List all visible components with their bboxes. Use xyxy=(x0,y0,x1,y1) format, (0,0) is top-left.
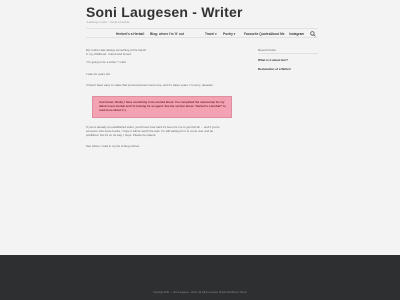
main-nav: Herbert's a Herbal! Blog: where I'm 'it'… xyxy=(86,28,318,38)
site-footer: Copyright 2021 — Soni Laugesen - Writer.… xyxy=(0,255,400,300)
post-paragraph: I was six years old. xyxy=(86,72,111,76)
sidebar-divider xyxy=(258,53,318,54)
announcement-line: read more about it :) xyxy=(99,108,126,112)
nav-item-quotes[interactable]: Favourite Quotes xyxy=(244,32,270,36)
post-paragraph: See where I read in my list of blog entr… xyxy=(86,144,140,148)
post-content: My mother was always something at the be… xyxy=(86,48,246,158)
footer-copyright: Copyright 2021 — Soni Laugesen - Writer.… xyxy=(153,291,247,294)
nav-item-blog[interactable]: Blog: where I'm 'it' out xyxy=(150,32,184,36)
nav-item-herbert[interactable]: Herbert's a Herbal! xyxy=(116,32,144,36)
sidebar-post-link[interactable]: What is it about Her? xyxy=(258,58,288,62)
nav-item-about[interactable]: About Me xyxy=(270,32,285,36)
site-header: Soni Laugesen - Writer "Lacking in size"… xyxy=(0,0,400,28)
sidebar-post-link[interactable]: Declaration of a Writer! xyxy=(258,67,291,71)
nav-item-instagram[interactable]: Instagram xyxy=(289,32,304,36)
nav-item-poetry[interactable]: Poetry ▾ xyxy=(223,32,235,36)
site-tagline: "Lacking in size" - Fond of words xyxy=(86,20,130,24)
post-paragraph: published, but it's on its way, I hope. … xyxy=(86,133,157,137)
sidebar-title: Recent Posts xyxy=(258,48,276,52)
announcement-text: read more about it :) xyxy=(99,108,127,112)
announcement-box: And at last, finally, I have something t… xyxy=(92,96,232,118)
post-paragraph: "I'm going to be a writer," I said. xyxy=(86,60,127,64)
search-icon[interactable] xyxy=(310,31,316,37)
site-title[interactable]: Soni Laugesen - Writer xyxy=(86,4,243,20)
nav-item-travel[interactable]: Travel ▾ xyxy=(205,32,217,36)
post-paragraph: in my childhood. I stood and fumed. xyxy=(86,52,132,56)
post-paragraph: It hasn't been easy to make that pronoun… xyxy=(86,83,214,87)
